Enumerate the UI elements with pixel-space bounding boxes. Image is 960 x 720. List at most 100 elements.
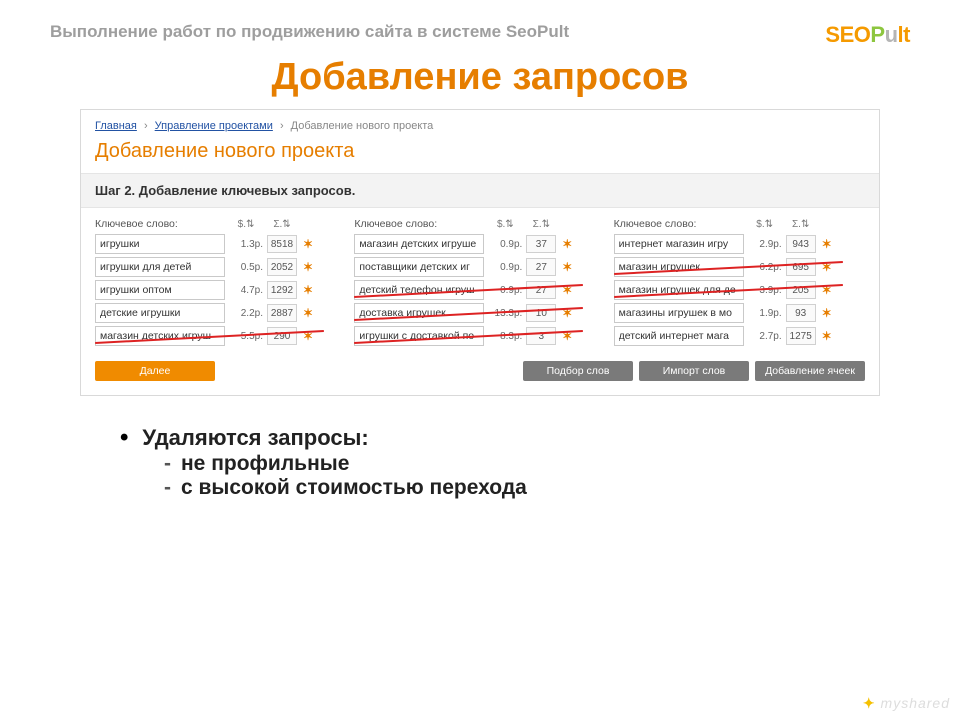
keyword-price: 13.3р. [488,308,522,319]
keyword-count: 1292 [267,281,297,299]
metric-price-header: $.⇅ [229,219,263,230]
keyword-price: 1.3р. [229,239,263,250]
delete-icon[interactable]: ✶ [820,306,834,320]
bullet-item: с высокой стоимостью перехода [164,476,870,500]
keyword-price: 3.9р. [748,285,782,296]
app-screenshot: Главная › Управление проектами › Добавле… [80,109,880,396]
keyword-input[interactable] [614,257,744,277]
keyword-count: 2887 [267,304,297,322]
delete-icon[interactable]: ✶ [560,306,574,320]
keyword-row: 2.2р. 2887 ✶ [95,303,346,323]
keyword-row: 6.2р. 695 ✶ [614,257,865,277]
next-button[interactable]: Далее [95,361,215,381]
keyword-input[interactable] [614,303,744,323]
keyword-row: 0.9р. 27 ✶ [354,257,605,277]
keyword-price: 5.5р. [229,331,263,342]
keyword-price: 2.7р. [748,331,782,342]
delete-icon[interactable]: ✶ [560,329,574,343]
metric-price-header: $.⇅ [748,219,782,230]
keyword-count: 3 [526,327,556,345]
keyword-row: 4.7р. 1292 ✶ [95,280,346,300]
keyword-price: 4.7р. [229,285,263,296]
project-title: Добавление нового проекта [81,138,879,173]
keyword-price: 1.9р. [748,308,782,319]
keyword-row: 1.3р. 8518 ✶ [95,234,346,254]
seopult-logo: SEOPult [825,22,910,48]
delete-icon[interactable]: ✶ [820,260,834,274]
keyword-row: 13.3р. 10 ✶ [354,303,605,323]
keyword-input[interactable] [95,280,225,300]
keyword-input[interactable] [614,326,744,346]
keyword-count: 290 [267,327,297,345]
keyword-input[interactable] [614,234,744,254]
keyword-price: 0.5р. [229,262,263,273]
keyword-input[interactable] [95,326,225,346]
step-header: Шаг 2. Добавление ключевых запросов. [81,173,879,208]
watermark: ✦ myshared [863,695,950,712]
delete-icon[interactable]: ✶ [301,306,315,320]
keyword-row: 0.5р. 2052 ✶ [95,257,346,277]
breadcrumb-projects[interactable]: Управление проектами [155,120,273,132]
delete-icon[interactable]: ✶ [301,283,315,297]
breadcrumb: Главная › Управление проектами › Добавле… [81,110,879,138]
delete-icon[interactable]: ✶ [301,237,315,251]
keyword-input[interactable] [354,257,484,277]
breadcrumb-current: Добавление нового проекта [291,120,434,132]
keyword-count: 943 [786,235,816,253]
delete-icon[interactable]: ✶ [301,329,315,343]
keyword-count: 37 [526,235,556,253]
keyword-price: 0.9р. [488,239,522,250]
delete-icon[interactable]: ✶ [820,329,834,343]
keyword-count: 27 [526,258,556,276]
keyword-input[interactable] [354,303,484,323]
bullet-section: Удаляются запросы: не профильные с высок… [50,396,910,500]
delete-icon[interactable]: ✶ [820,237,834,251]
delete-icon[interactable]: ✶ [560,260,574,274]
keyword-count: 695 [786,258,816,276]
keyword-input[interactable] [95,303,225,323]
keyword-price: 8.3р. [488,331,522,342]
keyword-count: 10 [526,304,556,322]
import-words-button[interactable]: Импорт слов [639,361,749,381]
keyword-count: 2052 [267,258,297,276]
delete-icon[interactable]: ✶ [820,283,834,297]
keyword-column-label: Ключевое слово: [354,218,484,230]
keyword-input[interactable] [614,280,744,300]
delete-icon[interactable]: ✶ [560,237,574,251]
keyword-price: 2.2р. [229,308,263,319]
metric-price-header: $.⇅ [488,219,522,230]
keyword-price: 0.9р. [488,285,522,296]
keyword-price: 6.2р. [748,262,782,273]
keyword-count: 1275 [786,327,816,345]
add-cells-button[interactable]: Добавление ячеек [755,361,865,381]
keyword-row: 5.5р. 290 ✶ [95,326,346,346]
keyword-input[interactable] [95,234,225,254]
keyword-row: 1.9р. 93 ✶ [614,303,865,323]
slide-title: Добавление запросов [50,56,910,99]
pick-words-button[interactable]: Подбор слов [523,361,633,381]
keyword-row: 0.9р. 37 ✶ [354,234,605,254]
keyword-input[interactable] [354,234,484,254]
keyword-count: 8518 [267,235,297,253]
keyword-row: 2.7р. 1275 ✶ [614,326,865,346]
slide-subtitle: Выполнение работ по продвижению сайта в … [50,22,569,42]
keyword-column-label: Ключевое слово: [614,218,744,230]
keyword-count: 93 [786,304,816,322]
keyword-row: 8.3р. 3 ✶ [354,326,605,346]
delete-icon[interactable]: ✶ [560,283,574,297]
bullet-item: не профильные [164,452,870,476]
keyword-price: 0.9р. [488,262,522,273]
keyword-input[interactable] [354,326,484,346]
keyword-row: 2.9р.943✶ [614,234,865,254]
keyword-input[interactable] [354,280,484,300]
metric-count-header: Σ.⇅ [526,219,556,230]
delete-icon[interactable]: ✶ [301,260,315,274]
keyword-count: 205 [786,281,816,299]
keyword-column-label: Ключевое слово: [95,218,225,230]
keyword-row: 0.9р. 27 ✶ [354,280,605,300]
keyword-count: 27 [526,281,556,299]
keyword-input[interactable] [95,257,225,277]
keyword-row: 3.9р. 205 ✶ [614,280,865,300]
metric-count-header: Σ.⇅ [786,219,816,230]
breadcrumb-home[interactable]: Главная [95,120,137,132]
